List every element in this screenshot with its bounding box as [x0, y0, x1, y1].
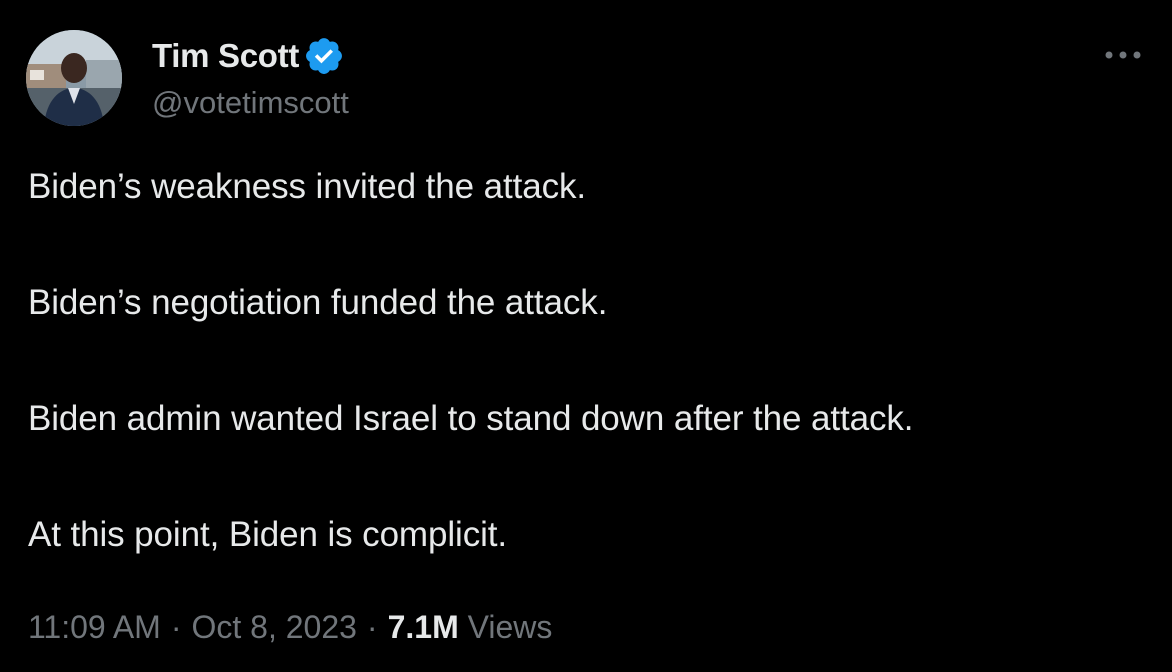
tweet-metadata: 11:09 AM · Oct 8, 2023 · 7.1M Views: [28, 606, 552, 648]
author-name-row: Tim Scott: [152, 34, 345, 78]
tweet-line: Biden’s negotiation funded the attack.: [28, 283, 608, 322]
separator: ·: [366, 609, 378, 645]
tweet-line: Biden admin wanted Israel to stand down …: [28, 399, 914, 438]
profile-photo-icon: [26, 30, 122, 126]
verified-badge-icon[interactable]: [303, 35, 345, 77]
views-label: Views: [467, 609, 553, 645]
separator: ·: [170, 609, 182, 645]
tweet-time[interactable]: 11:09 AM: [28, 609, 161, 645]
tweet-line: At this point, Biden is complicit.: [28, 515, 508, 554]
tweet-date[interactable]: Oct 8, 2023: [191, 609, 356, 645]
tweet-text: Biden’s weakness invited the attack. Bid…: [28, 165, 1148, 557]
views-count[interactable]: 7.1M: [388, 609, 459, 645]
display-name[interactable]: Tim Scott: [152, 36, 299, 76]
author-handle[interactable]: @votetimscott: [152, 84, 349, 122]
tweet-line: Biden’s weakness invited the attack.: [28, 167, 587, 206]
avatar[interactable]: [26, 30, 122, 126]
tweet-card: Tim Scott @votetimscott Biden’s weakness…: [0, 0, 1172, 672]
more-horizontal-icon: [1105, 51, 1141, 59]
more-options-button[interactable]: [1098, 40, 1148, 70]
